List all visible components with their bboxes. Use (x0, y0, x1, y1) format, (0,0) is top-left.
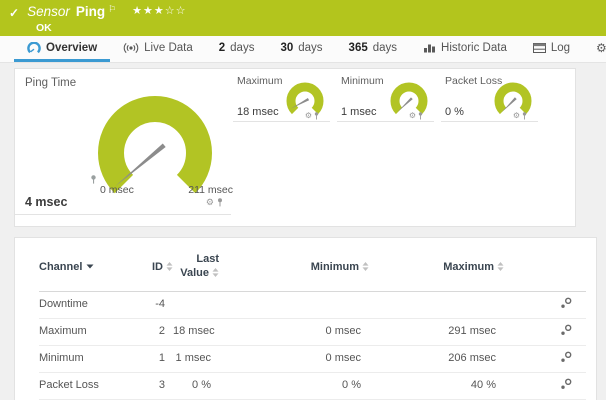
gauge-scale-min: 0 msec (100, 184, 134, 196)
priority-stars[interactable]: ★★★☆☆ (132, 4, 186, 18)
tab-30-days[interactable]: 30 days (267, 36, 335, 62)
stars-filled: ★★★ (132, 5, 165, 17)
object-kind-label: Sensor (27, 4, 70, 20)
pin-icon[interactable] (522, 112, 527, 120)
channel-name: Minimum (39, 345, 133, 372)
ping-time-gauge-block: Ping Time 0 msec 211 msec 4 msec ⚙ (15, 69, 231, 215)
channels-panel: Channel ID Last Value Minimum Maximum (14, 237, 597, 400)
channel-last-value: 1 msec (173, 345, 219, 372)
channel-minimum: 0 msec (219, 318, 369, 345)
minimum-gauge-value: 1 msec (341, 106, 376, 118)
column-header-actions (504, 244, 586, 291)
table-row-maximum[interactable]: Maximum 2 18 msec 0 msec 291 msec (39, 318, 586, 345)
tab-settings[interactable]: ⚙ Settings (583, 36, 606, 62)
sort-both-icon (212, 268, 219, 277)
pin-icon[interactable] (314, 112, 319, 120)
settings-gear-icon: ⚙ (596, 42, 606, 54)
pin-icon[interactable] (418, 112, 423, 120)
tab-overview-label: Overview (46, 42, 97, 54)
minimum-gauge-block: Minimum 1 msec ⚙ (337, 75, 434, 122)
tab-overview[interactable]: Overview (14, 36, 110, 62)
sort-desc-icon (86, 264, 94, 269)
packet-loss-gauge-value: 0 % (445, 106, 464, 118)
channel-id: 1 (133, 345, 173, 372)
channel-maximum: 291 msec (369, 318, 504, 345)
channels-table: Channel ID Last Value Minimum Maximum (39, 244, 586, 400)
channel-maximum: 40 % (369, 372, 504, 399)
channel-name: Packet Loss (39, 372, 133, 399)
tab-log[interactable]: Log (520, 36, 583, 62)
ping-time-gauge-chart (85, 87, 225, 199)
channel-minimum (219, 291, 369, 318)
stars-empty: ☆☆ (165, 5, 187, 17)
column-header-maximum[interactable]: Maximum (369, 244, 504, 291)
tab-2-days-number: 2 (219, 42, 225, 54)
tab-live-data-label: Live Data (144, 42, 193, 54)
table-row-downtime[interactable]: Downtime -4 (39, 291, 586, 318)
priority-flag-icon[interactable]: ⚐ (108, 4, 116, 14)
channel-last-value: 0 % (173, 372, 219, 399)
channel-maximum: 206 msec (369, 345, 504, 372)
gauge-settings-icon[interactable]: ⚙ (409, 112, 416, 120)
main-gauge: 0 msec 211 msec (85, 89, 225, 195)
column-header-id[interactable]: ID (133, 244, 173, 291)
bar-chart-icon (423, 42, 436, 53)
maximum-gauge-block: Maximum 18 msec ⚙ (233, 75, 330, 122)
channel-name: Maximum (39, 318, 133, 345)
tab-live-data[interactable]: Live Data (110, 36, 206, 62)
sort-both-icon (362, 262, 369, 271)
channel-settings-wrench-icon[interactable] (560, 378, 572, 390)
tab-365-days-unit: days (373, 42, 397, 54)
channel-minimum: 0 msec (219, 345, 369, 372)
tab-365-days[interactable]: 365 days (336, 36, 410, 62)
maximum-gauge-value: 18 msec (237, 106, 279, 118)
tab-30-days-number: 30 (280, 42, 293, 54)
prtg-sensor-page: ✓ Sensor Ping ⚐ ★★★☆☆ OK Overview Live D… (0, 0, 606, 400)
packet-loss-gauge-block: Packet Loss 0 % ⚙ (441, 75, 538, 122)
column-header-minimum[interactable]: Minimum (219, 244, 369, 291)
channel-id: -4 (133, 291, 173, 318)
sensor-header: ✓ Sensor Ping ⚐ ★★★☆☆ OK (0, 0, 606, 36)
channel-minimum: 0 % (219, 372, 369, 399)
gauge-settings-icon[interactable]: ⚙ (513, 112, 520, 120)
broadcast-icon (123, 42, 139, 54)
tab-log-label: Log (551, 42, 570, 54)
sort-both-icon (497, 262, 504, 271)
column-header-channel[interactable]: Channel (39, 244, 133, 291)
channel-maximum (369, 291, 504, 318)
channel-last-value (173, 291, 219, 318)
table-row-packet-loss[interactable]: Packet Loss 3 0 % 0 % 40 % (39, 372, 586, 399)
gauge-settings-icon[interactable]: ⚙ (305, 112, 312, 120)
channel-id: 2 (133, 318, 173, 345)
ping-time-value: 4 msec (25, 195, 67, 209)
channel-settings-wrench-icon[interactable] (560, 351, 572, 363)
gauge-scale-max: 211 msec (188, 184, 233, 196)
status-check-icon: ✓ (9, 5, 19, 21)
channel-id: 3 (133, 372, 173, 399)
channel-settings-wrench-icon[interactable] (560, 324, 572, 336)
tab-2-days[interactable]: 2 days (206, 36, 268, 62)
sort-both-icon (166, 262, 173, 271)
tab-30-days-unit: days (298, 42, 322, 54)
channel-settings-wrench-icon[interactable] (560, 297, 572, 309)
log-icon (533, 43, 546, 53)
sensor-name: Ping (76, 4, 105, 20)
gauges-panel: Ping Time 0 msec 211 msec 4 msec ⚙ (14, 68, 576, 227)
tab-bar: Overview Live Data 2 days 30 days 365 da… (0, 36, 606, 63)
tab-historic-data[interactable]: Historic Data (410, 36, 520, 62)
channel-last-value: 18 msec (173, 318, 219, 345)
sensor-status-badge: OK (36, 22, 596, 34)
gauge-limit-marker-icon (90, 175, 97, 184)
tab-historic-data-label: Historic Data (441, 42, 507, 54)
tab-365-days-number: 365 (349, 42, 368, 54)
table-row-minimum[interactable]: Minimum 1 1 msec 0 msec 206 msec (39, 345, 586, 372)
column-header-last-value[interactable]: Last Value (173, 244, 219, 291)
channel-name: Downtime (39, 291, 133, 318)
gauge-icon (27, 42, 41, 54)
tab-2-days-unit: days (230, 42, 254, 54)
